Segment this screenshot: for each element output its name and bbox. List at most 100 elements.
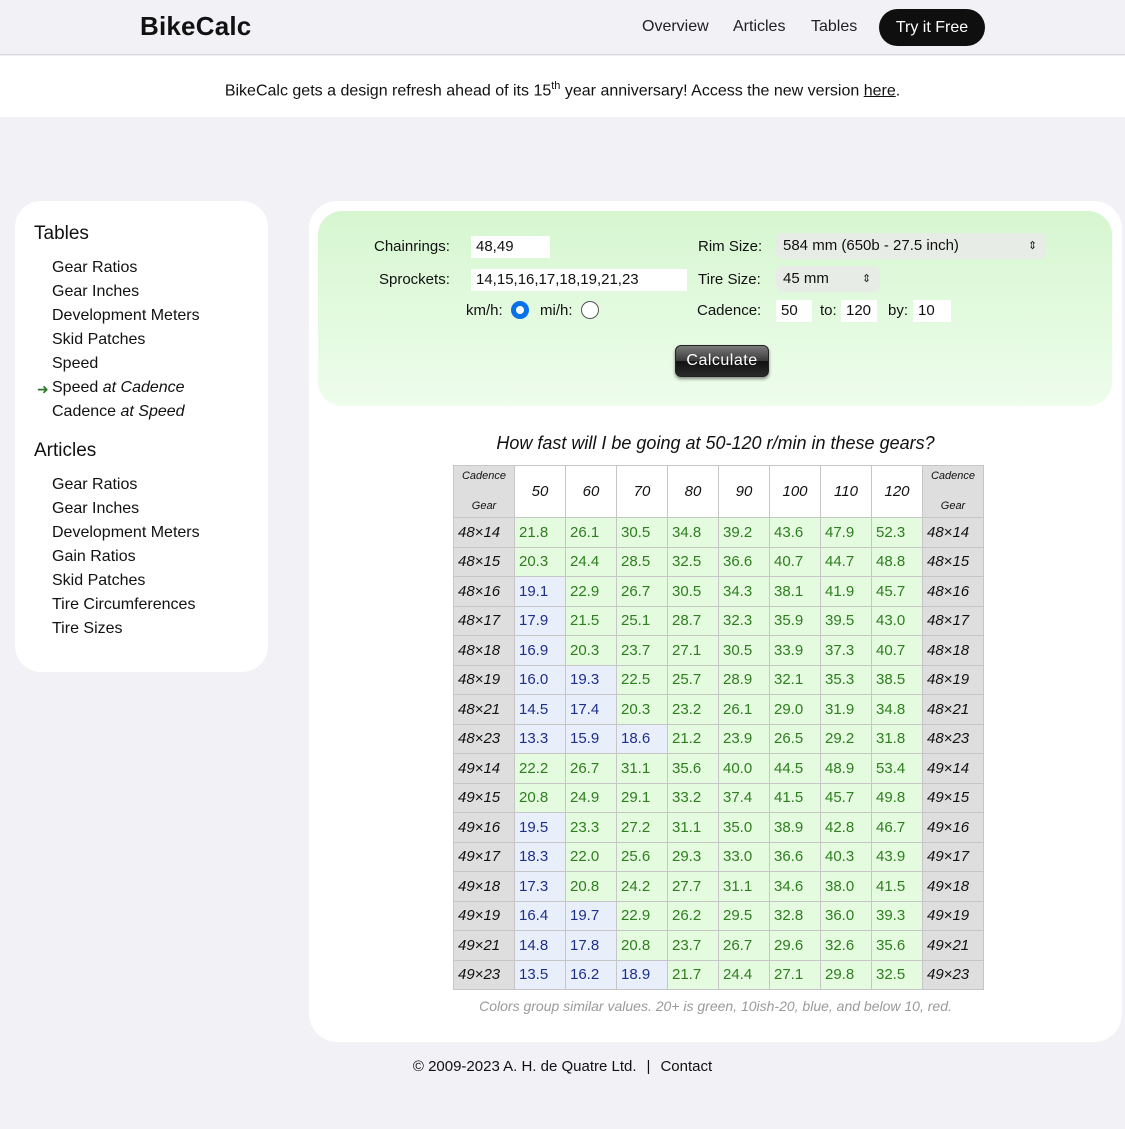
- speed-cell: 19.7: [565, 900, 617, 931]
- speed-cell: 30.5: [718, 635, 770, 666]
- sidebar-table-speed-at-cadence[interactable]: Speed at Cadence: [52, 379, 185, 397]
- brand-logo[interactable]: BikeCalc: [140, 11, 251, 42]
- main-panel: Chainrings: 48,49 Sprockets: 14,15,16,17…: [309, 201, 1122, 1042]
- cadence-header: 60: [565, 465, 617, 518]
- speed-cell: 31.1: [616, 753, 668, 784]
- cadence-header: 70: [616, 465, 668, 518]
- footer-separator: |: [646, 1058, 651, 1075]
- table-row: 48×21 14.5 17.4 20.3 23.2 26.1 29.0 31.9 34.8 48×…: [453, 694, 984, 725]
- speed-cell: 31.8: [871, 723, 923, 754]
- try-it-free-button[interactable]: Try it Free: [879, 9, 985, 46]
- gear-label-right: 48×14: [922, 517, 984, 548]
- gear-label: 49×16: [453, 812, 515, 843]
- kmh-radio[interactable]: [511, 301, 529, 319]
- speed-cell: 33.2: [667, 782, 719, 813]
- speed-cell: 22.2: [514, 753, 566, 784]
- speed-cell: 39.5: [820, 605, 872, 636]
- footer-contact-link[interactable]: Contact: [660, 1058, 712, 1075]
- speed-cell: 40.7: [769, 546, 821, 577]
- sidebar-article-gain-ratios[interactable]: Gain Ratios: [52, 548, 136, 566]
- sidebar-article-tire-sizes[interactable]: Tire Sizes: [52, 620, 123, 638]
- sidebar-table-speed[interactable]: Speed: [52, 355, 98, 373]
- speed-cell: 34.6: [769, 871, 821, 902]
- speed-cell: 26.7: [616, 576, 668, 607]
- speed-cell: 32.6: [820, 930, 872, 961]
- speed-at-cadence-part-a: Speed: [52, 379, 103, 396]
- sidebar-table-gear-inches[interactable]: Gear Inches: [52, 283, 139, 301]
- speed-cell: 18.3: [514, 841, 566, 872]
- footer: © 2009-2023 A. H. de Quatre Ltd. | Contact: [0, 1058, 1125, 1075]
- speed-cell: 29.8: [820, 959, 872, 990]
- sidebar-article-skid-patches[interactable]: Skid Patches: [52, 572, 145, 590]
- speed-cell: 17.9: [514, 605, 566, 636]
- mih-radio[interactable]: [581, 301, 599, 319]
- table-corner-right: Cadence Gear: [922, 465, 984, 518]
- cadence-to-input[interactable]: 120: [841, 300, 877, 322]
- rim-size-label: Rim Size:: [698, 238, 763, 255]
- cadence-to-label: to:: [820, 302, 837, 319]
- nav-tables[interactable]: Tables: [811, 18, 857, 36]
- speed-cell: 25.7: [667, 664, 719, 695]
- speed-cell: 23.7: [667, 930, 719, 961]
- speed-cell: 21.7: [667, 959, 719, 990]
- speed-cell: 52.3: [871, 517, 923, 548]
- speed-cell: 25.6: [616, 841, 668, 872]
- speed-cell: 13.5: [514, 959, 566, 990]
- speed-cell: 43.0: [871, 605, 923, 636]
- sidebar-table-cadence-at-speed[interactable]: Cadence at Speed: [52, 403, 185, 421]
- gear-label-right: 49×15: [922, 782, 984, 813]
- speed-cell: 31.9: [820, 694, 872, 725]
- speed-at-cadence-part-c: Cadence: [116, 379, 185, 396]
- gear-label-right: 48×21: [922, 694, 984, 725]
- speed-cell: 34.8: [667, 517, 719, 548]
- gear-label-right: 48×16: [922, 576, 984, 607]
- chainrings-input[interactable]: 48,49: [471, 236, 550, 258]
- speed-cell: 32.5: [667, 546, 719, 577]
- gear-label-right: 49×18: [922, 871, 984, 902]
- nav-overview[interactable]: Overview: [642, 18, 709, 36]
- sidebar-article-gear-inches[interactable]: Gear Inches: [52, 500, 139, 518]
- speed-cell: 20.8: [565, 871, 617, 902]
- speed-cell: 28.7: [667, 605, 719, 636]
- cadence-header: 100: [769, 465, 821, 518]
- speed-cell: 17.4: [565, 694, 617, 725]
- gear-label-right: 48×15: [922, 546, 984, 577]
- speed-cell: 30.5: [667, 576, 719, 607]
- speed-cell: 23.9: [718, 723, 770, 754]
- speed-cell: 35.9: [769, 605, 821, 636]
- sprockets-input[interactable]: 14,15,16,17,18,19,21,23: [471, 269, 687, 291]
- sidebar-article-tire-circumferences[interactable]: Tire Circumferences: [52, 596, 195, 614]
- table-row: 49×16 19.5 23.3 27.2 31.1 35.0 38.9 42.8 46.7 49×…: [453, 812, 984, 843]
- speed-cell: 27.2: [616, 812, 668, 843]
- speed-cell: 21.8: [514, 517, 566, 548]
- speed-cell: 41.5: [871, 871, 923, 902]
- calculate-button[interactable]: Calculate: [675, 345, 769, 377]
- chainrings-label: Chainrings:: [374, 238, 450, 255]
- speed-cell: 53.4: [871, 753, 923, 784]
- speed-cell: 38.5: [871, 664, 923, 695]
- speed-cell: 22.0: [565, 841, 617, 872]
- gear-label-right: 48×18: [922, 635, 984, 666]
- speed-cell: 16.0: [514, 664, 566, 695]
- tire-size-value: 45 mm: [783, 270, 829, 287]
- tire-size-select[interactable]: 45 mm ⇕: [776, 266, 880, 292]
- sidebar-table-gear-ratios[interactable]: Gear Ratios: [52, 259, 137, 277]
- speed-cell: 49.8: [871, 782, 923, 813]
- gear-label: 48×19: [453, 664, 515, 695]
- speed-cell: 15.9: [565, 723, 617, 754]
- rim-size-select[interactable]: 584 mm (650b - 27.5 inch) ⇕: [776, 233, 1046, 259]
- speed-cell: 27.1: [769, 959, 821, 990]
- cadence-at-speed-part-b: at: [120, 403, 134, 420]
- gear-label: 49×18: [453, 871, 515, 902]
- sidebar-article-gear-ratios[interactable]: Gear Ratios: [52, 476, 137, 494]
- banner-here-link[interactable]: here: [864, 82, 896, 99]
- nav-articles[interactable]: Articles: [733, 18, 785, 36]
- sidebar-article-development-meters[interactable]: Development Meters: [52, 524, 200, 542]
- speed-cell: 21.2: [667, 723, 719, 754]
- cadence-at-speed-part-c: Speed: [133, 403, 185, 420]
- sidebar-table-skid-patches[interactable]: Skid Patches: [52, 331, 145, 349]
- cadence-by-input[interactable]: 10: [913, 300, 951, 322]
- cadence-label: Cadence:: [697, 302, 762, 319]
- sidebar-table-development-meters[interactable]: Development Meters: [52, 307, 200, 325]
- cadence-from-input[interactable]: 50: [776, 300, 812, 322]
